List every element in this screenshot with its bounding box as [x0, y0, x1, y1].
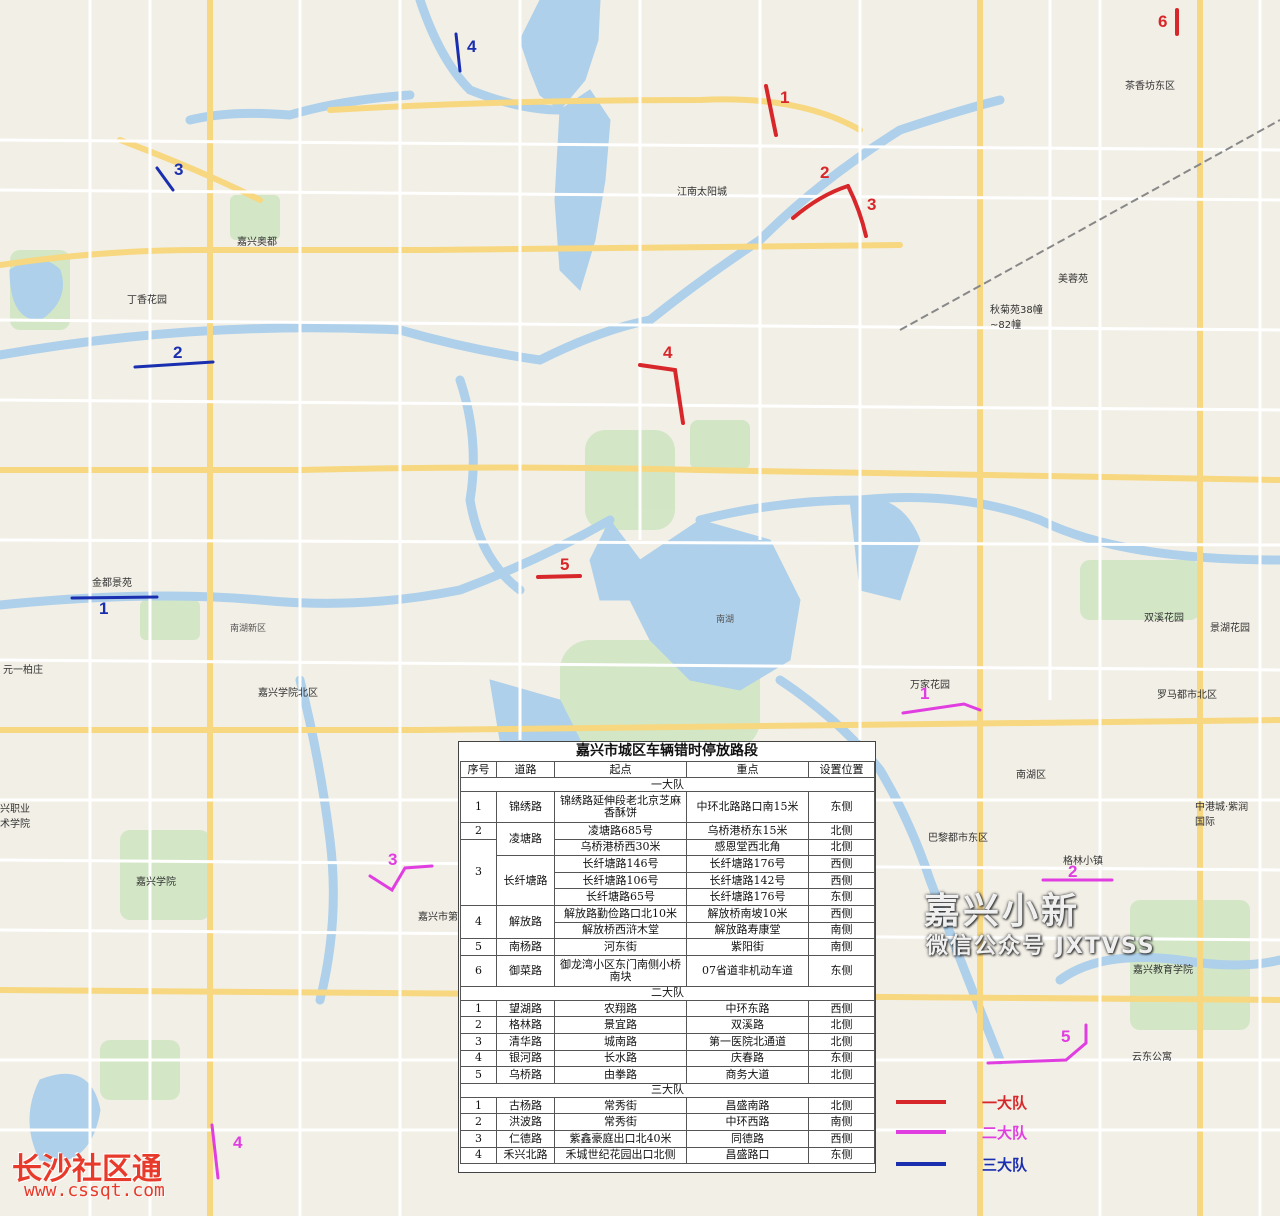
place-label: 嘉兴学院	[136, 877, 176, 888]
place-label: 茶香坊东区	[1125, 81, 1175, 92]
brand-watermark: 嘉兴小新	[924, 891, 1081, 932]
place-label: 秋菊苑38幢~82幢	[990, 305, 1043, 331]
team3-route-1	[70, 595, 159, 600]
legend-item-team3: 三大队	[896, 1154, 1046, 1174]
route-number: 3	[867, 195, 877, 214]
table-row: 6 御菜路 御龙湾小区东门南侧小桥南块 07省道非机动车道 东侧	[460, 954, 875, 987]
table-row: 5 乌桥路 由拳路 商务大道 北侧	[460, 1066, 875, 1084]
place-label: 嘉兴奥都	[237, 237, 277, 248]
table-title: 嘉兴市城区车辆错时停放路段	[576, 743, 758, 759]
team1-route-5	[536, 574, 582, 579]
route-number: 3	[174, 160, 184, 179]
section-header: 一大队	[460, 777, 875, 792]
table-row: 长纤塘路 长纤塘路146号 长纤塘路176号 西侧	[461, 855, 875, 906]
route-number: 4	[663, 343, 673, 362]
route-number: 1	[99, 599, 109, 618]
route-number: 4	[233, 1133, 243, 1152]
place-label: 嘉兴学院北区	[258, 688, 318, 699]
header-cell: 道路	[496, 761, 555, 778]
route-number: 5	[560, 555, 570, 574]
route-number: 1	[780, 88, 790, 107]
route-number: 3	[388, 850, 398, 869]
map-legend: 一大队 二大队 三大队	[896, 1088, 1046, 1178]
place-label: 双溪花园	[1144, 613, 1184, 624]
section-header: 二大队	[460, 985, 875, 1001]
legend-label: 三大队	[982, 1156, 1028, 1174]
parking-table: 序号 道路 起点 重点 设置位置 一大队 1 锦绣路 锦绣路延伸段老北京芝麻香酥…	[460, 761, 875, 1165]
place-label: 金都景苑	[92, 578, 132, 589]
legend-item-team2: 二大队	[896, 1122, 1046, 1142]
route-number: 6	[1158, 12, 1168, 31]
table-row: 4 解放路 解放路勤俭路口北10米 解放桥南坡10米 西侧	[460, 904, 875, 940]
table-row: 3 清华路 城南路 第一医院北通道 北侧	[460, 1032, 875, 1051]
table-row: 2 洪波路 常秀街 中环西路 南侧	[460, 1113, 875, 1131]
legend-swatch	[896, 1130, 946, 1134]
place-label: 嘉兴教育学院	[1133, 965, 1193, 976]
route-number: 5	[1061, 1027, 1071, 1046]
header-cell: 设置位置	[808, 761, 875, 778]
place-label: 南湖新区	[230, 624, 267, 634]
place-label: 南湖区	[1016, 770, 1046, 781]
route-number: 1	[920, 684, 930, 703]
table-row: 4 银河路 长水路 庆春路 东侧	[460, 1049, 875, 1068]
site-url-watermark: www.cssqt.com	[24, 1180, 165, 1201]
parking-roads-table: 嘉兴市城区车辆错时停放路段 序号 道路 起点 重点 设置位置 一大队 1 锦绣路…	[458, 741, 876, 1173]
brand-subtitle-watermark: 微信公众号 JXTVSS	[926, 934, 1156, 959]
place-label: 巴黎都市东区	[928, 833, 988, 844]
place-label: 云东公寓	[1132, 1052, 1172, 1063]
table-row: 1 锦绣路 锦绣路延伸段老北京芝麻香酥饼 中环北路路口南15米 东侧	[460, 791, 875, 823]
route-number: 2	[173, 343, 183, 362]
route-number: 4	[467, 37, 477, 56]
table-header: 序号 道路 起点 重点 设置位置	[460, 761, 875, 778]
place-label: 美蓉苑	[1058, 274, 1088, 285]
place-label: 中港城·紫润国际	[1195, 802, 1249, 828]
place-label: 罗马都市北区	[1157, 690, 1217, 701]
route-number: 2	[820, 163, 830, 182]
section-header: 三大队	[460, 1082, 875, 1098]
legend-label: 二大队	[982, 1124, 1028, 1142]
route-number: 2	[1068, 862, 1078, 881]
place-label: 元一柏庄	[3, 665, 43, 676]
table-row: 1 望湖路 农翔路 中环东路 西侧	[460, 999, 875, 1018]
place-label: 丁香花园	[127, 295, 167, 306]
table-row: 2 格林路 景宜路 双溪路 北侧	[460, 1016, 875, 1034]
header-cell: 重点	[686, 761, 809, 778]
place-label: 万家花园	[910, 680, 950, 691]
table-row: 4 禾兴北路 禾城世纪花园出口北侧 昌盛路口 东侧	[460, 1146, 875, 1165]
table-row: 1 古杨路 常秀街 昌盛南路 北侧	[460, 1096, 875, 1115]
header-cell: 序号	[460, 761, 497, 778]
place-label: 兴职业术学院	[0, 804, 30, 830]
header-cell: 起点	[554, 761, 687, 778]
legend-label: 一大队	[982, 1094, 1028, 1112]
table-row: 3 仁德路 紫鑫豪庭出口北40米 同德路 西侧	[460, 1129, 875, 1148]
place-label: 景湖花园	[1210, 623, 1250, 634]
place-label: 南湖	[716, 615, 735, 625]
place-label: 江南太阳城	[677, 187, 727, 198]
legend-swatch	[896, 1100, 946, 1104]
table-row: 2 凌塘路 凌塘路685号 乌桥港桥东15米 北侧	[460, 821, 875, 857]
legend-swatch	[896, 1162, 946, 1166]
legend-item-team1: 一大队	[896, 1092, 1046, 1112]
table-row: 5 南杨路 河东街 紫阳街 南侧	[460, 938, 875, 956]
